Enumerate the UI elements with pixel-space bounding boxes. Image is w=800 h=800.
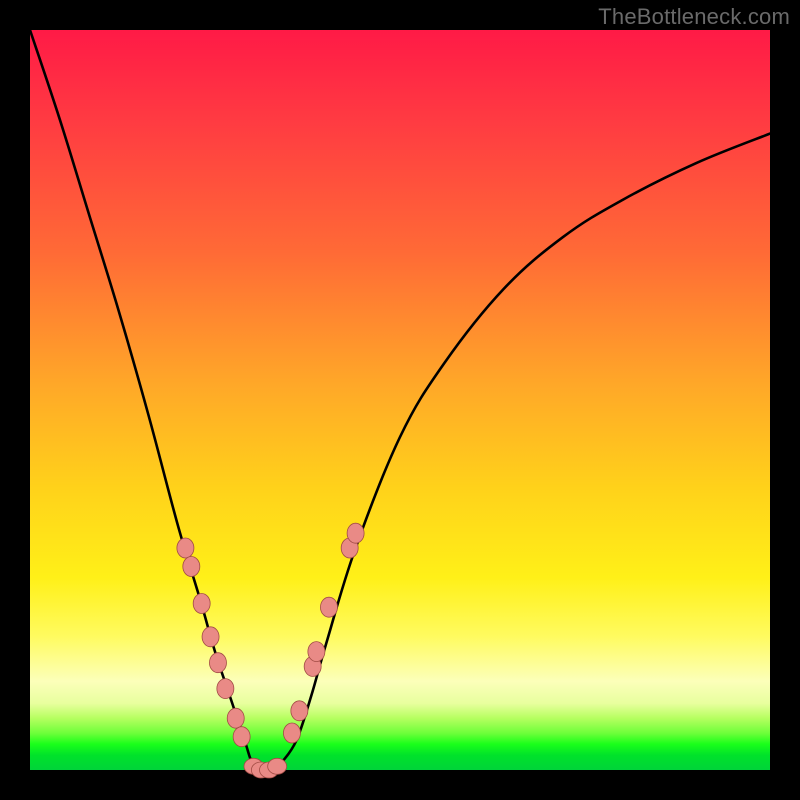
chart-frame: TheBottleneck.com [0, 0, 800, 800]
chart-svg [30, 30, 770, 770]
data-markers [177, 523, 364, 778]
marker-left [227, 708, 244, 728]
marker-right [291, 701, 308, 721]
marker-left [183, 557, 200, 577]
marker-left [217, 679, 234, 699]
marker-right [283, 723, 300, 743]
bottleneck-curve [30, 30, 770, 771]
watermark-text: TheBottleneck.com [598, 4, 790, 30]
plot-area [30, 30, 770, 770]
marker-left [209, 653, 226, 673]
marker-left [177, 538, 194, 558]
marker-right [308, 642, 325, 662]
marker-right [347, 523, 364, 543]
marker-bottom [268, 758, 287, 774]
marker-left [233, 727, 250, 747]
marker-right [320, 597, 337, 617]
marker-left [193, 594, 210, 614]
marker-left [202, 627, 219, 647]
